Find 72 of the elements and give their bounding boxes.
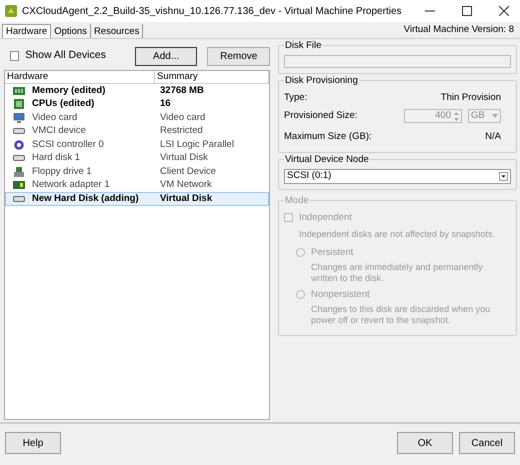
radio-button[interactable] xyxy=(296,290,305,300)
column-header[interactable]: Hardware xyxy=(5,71,155,83)
checkbox-label: Show All Devices xyxy=(25,48,107,64)
field-value: N/A xyxy=(485,130,501,144)
table-cell-text: Virtual Disk xyxy=(159,151,209,166)
table-cell-text: LSI Logic Parallel xyxy=(159,138,235,152)
table-cell-text: SCSI controller 0 xyxy=(32,138,105,152)
checkbox[interactable] xyxy=(284,213,293,222)
table-cell-text: VMCI device xyxy=(32,124,87,138)
toolbar-button[interactable]: Add... xyxy=(134,46,198,66)
field-label: Provisioned Size: xyxy=(284,109,358,124)
table-cell-text: Memory (edited) xyxy=(32,84,106,98)
group-title: Virtual Device Node xyxy=(284,154,370,165)
table-row[interactable]: CPUs (edited) 16 xyxy=(5,98,269,111)
radio-label: Persistent xyxy=(311,246,354,260)
table-row[interactable]: Memory (edited) 32768 MB xyxy=(5,84,269,98)
help-text: Changes are immediately and permanently written to the disk. xyxy=(311,262,484,284)
table-cell-text: Network adapter 1 xyxy=(32,178,111,192)
memory-chip-icon xyxy=(13,86,25,96)
vm-version-label: Virtual Machine Version: 8 xyxy=(404,22,514,37)
table-cell-text: CPUs (edited) xyxy=(32,97,96,112)
cpu-chip-icon xyxy=(13,99,25,110)
footer-button[interactable]: Help xyxy=(5,432,61,454)
table-cell-text: VM Network xyxy=(159,178,213,192)
close-icon[interactable] xyxy=(499,6,509,16)
table-cell-text: 32768 MB xyxy=(159,84,205,98)
toolbar-button[interactable]: Remove xyxy=(207,46,270,66)
monitor-icon xyxy=(13,112,25,123)
table-cell-text: Video card xyxy=(159,110,206,125)
table-cell-text: New Hard Disk (adding) xyxy=(32,192,140,206)
group-title: Mode xyxy=(284,194,310,206)
window-title: CXCloudAgent_2.2_Build-35_vishnu_10.126.77.136_dev - Virtual Machine Properties xyxy=(22,4,403,18)
table-cell-text: Virtual Disk xyxy=(159,192,214,206)
checkbox-label: Independent xyxy=(299,210,352,225)
help-text: Changes to this disk are discarded when you power off or revert to the snapshot. xyxy=(311,304,492,326)
table-row[interactable]: Floppy drive 1 Client Device xyxy=(5,165,269,178)
controller-disc-icon xyxy=(13,140,25,150)
app-logo-icon xyxy=(5,5,17,17)
table-cell-text: 16 xyxy=(159,97,172,112)
table-cell-text: Client Device xyxy=(159,164,217,179)
group-title: Disk File xyxy=(284,40,322,51)
footer-button[interactable]: OK xyxy=(397,432,453,454)
floppy-drive-icon xyxy=(13,166,25,177)
checkbox[interactable] xyxy=(10,51,20,61)
disk-file-field[interactable] xyxy=(284,55,511,68)
table-cell-text: Restricted xyxy=(159,124,204,138)
maximize-icon[interactable] xyxy=(462,6,472,16)
table-row[interactable]: New Hard Disk (adding) Virtual Disk xyxy=(5,192,269,206)
help-text: Independent disks are not affected by snapshots. xyxy=(299,228,496,241)
table-cell-text: Video card xyxy=(32,110,78,125)
column-header[interactable]: Summary xyxy=(155,71,269,83)
tab[interactable]: Hardware xyxy=(2,24,52,38)
disk-drive-icon xyxy=(13,153,25,164)
table-cell-text: Hard disk 1 xyxy=(32,151,82,166)
table-cell-text: Floppy drive 1 xyxy=(32,164,93,179)
table-row[interactable]: VMCI device Restricted xyxy=(5,124,269,138)
spinner-arrows-icon[interactable] xyxy=(453,110,460,122)
table-row[interactable]: Network adapter 1 VM Network xyxy=(5,178,269,192)
disk-drive-icon xyxy=(13,194,25,204)
table-row[interactable]: SCSI controller 0 LSI Logic Parallel xyxy=(5,138,269,152)
field-label: Maximum Size (GB): xyxy=(284,130,372,144)
radio-label: Nonpersistent xyxy=(311,288,370,302)
table-row[interactable]: Hard disk 1 Virtual Disk xyxy=(5,152,269,165)
field-value: Thin Provision xyxy=(440,91,501,105)
group-title: Disk Provisioning xyxy=(284,75,359,86)
radio-button[interactable] xyxy=(296,248,305,258)
disk-drive-icon xyxy=(13,126,25,136)
table-row[interactable]: Video card Video card xyxy=(5,111,269,124)
network-card-icon xyxy=(13,180,25,190)
field-label: Type: xyxy=(284,91,308,105)
footer-button[interactable]: Cancel xyxy=(459,432,515,454)
device-node-dropdown[interactable]: SCSI (0:1) xyxy=(284,168,511,184)
